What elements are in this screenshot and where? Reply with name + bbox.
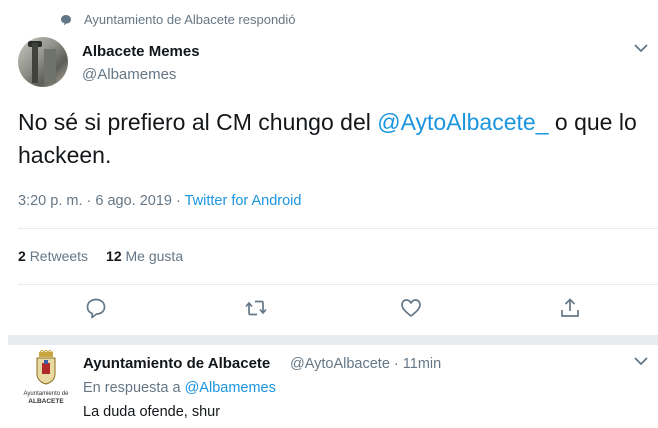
source-link[interactable]: Twitter for Android	[185, 193, 302, 209]
share-icon[interactable]	[558, 296, 582, 320]
crest-label: Ayuntamiento de ALBACETE	[22, 391, 70, 405]
chevron-down-icon[interactable]	[634, 43, 648, 53]
retweets-stat[interactable]: 2 Retweets	[18, 248, 88, 264]
timestamp[interactable]: 3:20 p. m. · 6 ago. 2019 ·	[18, 193, 185, 209]
tweet-text: No sé si prefiero al CM chungo del @Ayto…	[18, 106, 638, 172]
chevron-down-icon[interactable]	[634, 356, 648, 366]
section-separator	[8, 335, 658, 345]
in-reply-to: En respuesta a @Albamemes	[83, 380, 276, 396]
in-reply-prefix: En respuesta a	[83, 380, 185, 396]
tweet-text-part1: No sé si prefiero al CM chungo del	[18, 109, 378, 135]
reply-text: La duda ofende, shur	[83, 404, 221, 420]
heart-icon[interactable]	[399, 296, 423, 320]
likes-label: Me gusta	[125, 248, 184, 264]
avatar[interactable]	[18, 37, 68, 87]
tweet-stats: 2 Retweets 12 Me gusta	[18, 248, 183, 264]
reply-context-label: Ayuntamiento de Albacete respondió	[84, 12, 296, 27]
reply-author-handle-time[interactable]: @AytoAlbacete · 11min	[290, 356, 441, 372]
divider	[18, 284, 658, 285]
crest-line1: Ayuntamiento de	[23, 391, 69, 397]
author-handle[interactable]: @Albamemes	[82, 66, 176, 83]
divider	[18, 228, 658, 229]
in-reply-handle-link[interactable]: @Albamemes	[185, 380, 276, 396]
speech-bubble-icon	[61, 15, 71, 26]
retweet-icon[interactable]	[244, 296, 268, 320]
likes-count: 12	[106, 248, 122, 264]
mention-link[interactable]: @AytoAlbacete_	[377, 109, 548, 135]
author-name[interactable]: Albacete Memes	[82, 43, 200, 60]
reply-author-name[interactable]: Ayuntamiento de Albacete	[83, 355, 270, 372]
crest-line2: ALBACETE	[28, 398, 64, 405]
reply-icon[interactable]	[84, 296, 108, 320]
retweets-label: Retweets	[29, 248, 89, 264]
likes-stat[interactable]: 12 Me gusta	[106, 248, 183, 264]
tweet-meta: 3:20 p. m. · 6 ago. 2019 · Twitter for A…	[18, 193, 301, 209]
retweets-count: 2	[18, 248, 26, 264]
